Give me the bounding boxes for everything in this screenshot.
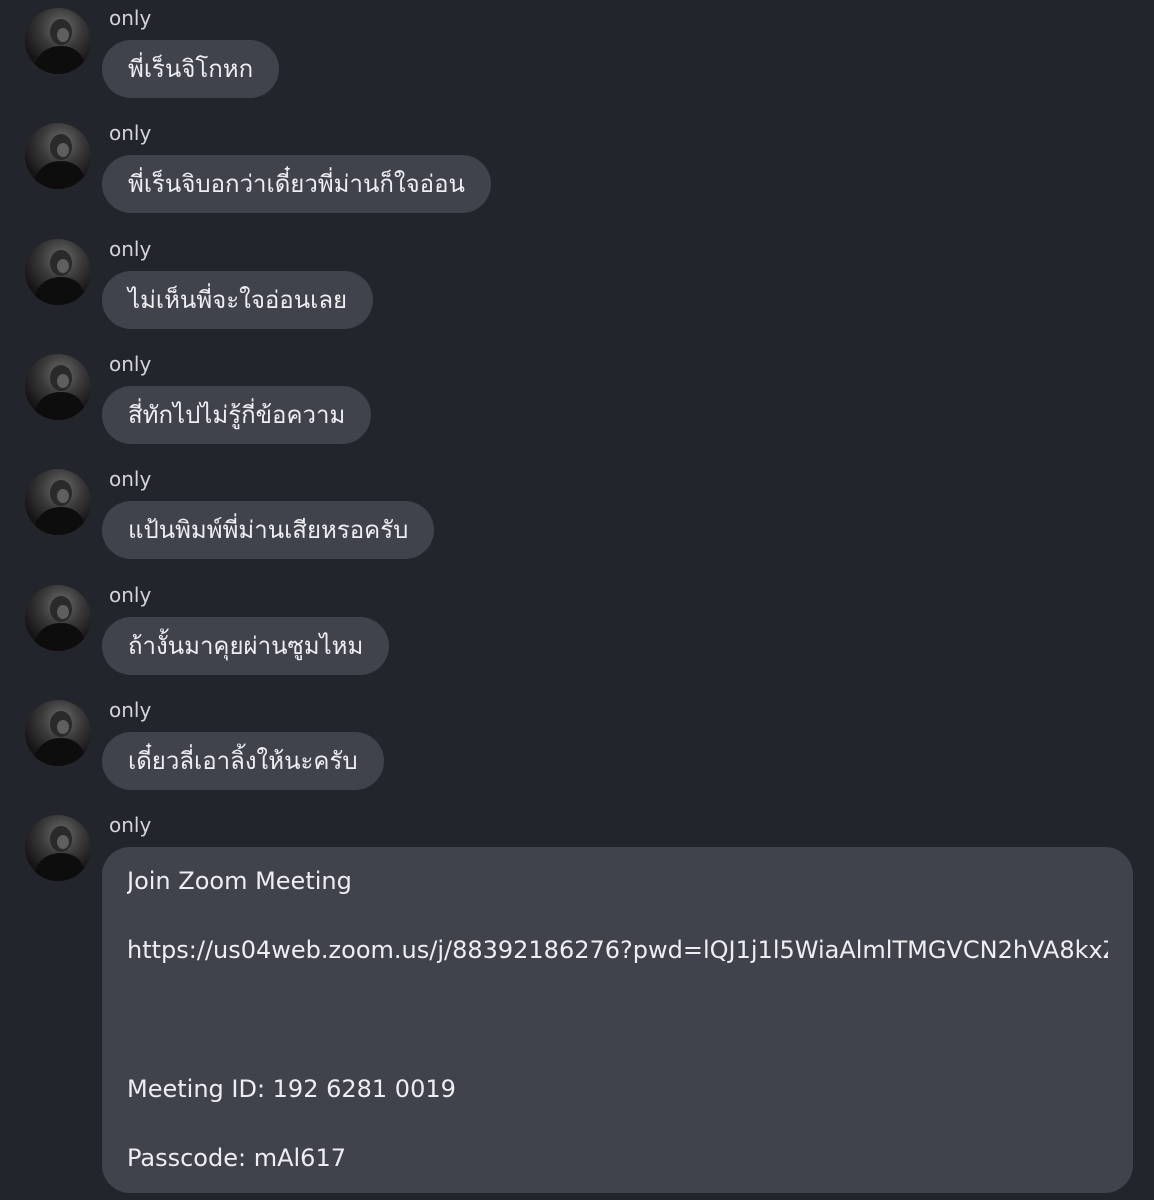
avatar[interactable]: [25, 700, 91, 766]
avatar[interactable]: [25, 815, 91, 881]
meeting-passcode: Passcode: mAl617: [127, 1144, 346, 1172]
sender-name: only: [109, 813, 152, 837]
zoom-invite-bubble[interactable]: Join Zoom Meeting https://us04web.zoom.u…: [102, 847, 1133, 1193]
sender-name: only: [109, 467, 152, 491]
avatar[interactable]: [25, 123, 91, 189]
message-bubble[interactable]: พี่เร็นจิบอกว่าเดี๋ยวพี่ม่านก็ใจอ่อน: [102, 155, 491, 213]
zoom-meeting-link[interactable]: https://us04web.zoom.us/j/88392186276?pw…: [127, 933, 1108, 967]
zoom-invite-title: Join Zoom Meeting: [127, 867, 352, 895]
message-bubble[interactable]: พี่เร็นจิโกหก: [102, 40, 280, 98]
sender-name: only: [109, 352, 152, 376]
chat-thread: only พี่เร็นจิโกหก only พี่เร็นจิบอกว่าเ…: [0, 0, 1154, 1200]
sender-name: only: [109, 698, 152, 722]
message-bubble[interactable]: เดี๋ยวลี่เอาลิ้งให้นะครับ: [102, 732, 384, 790]
sender-name: only: [109, 6, 152, 30]
message-bubble[interactable]: ไม่เห็นพี่จะใจอ่อนเลย: [102, 271, 374, 329]
avatar[interactable]: [25, 469, 91, 535]
message-bubble[interactable]: สี่ทักไปไม่รู้กี่ข้อความ: [102, 386, 372, 444]
avatar[interactable]: [25, 8, 91, 74]
avatar[interactable]: [25, 354, 91, 420]
message-bubble[interactable]: ถ้างั้นมาคุยผ่านซูมไหม: [102, 617, 390, 675]
sender-name: only: [109, 237, 152, 261]
sender-name: only: [109, 121, 152, 145]
sender-name: only: [109, 583, 152, 607]
avatar[interactable]: [25, 239, 91, 305]
meeting-id: Meeting ID: 192 6281 0019: [127, 1075, 456, 1103]
message-bubble[interactable]: แป้นพิมพ์พี่ม่านเสียหรอครับ: [102, 501, 435, 559]
avatar[interactable]: [25, 585, 91, 651]
